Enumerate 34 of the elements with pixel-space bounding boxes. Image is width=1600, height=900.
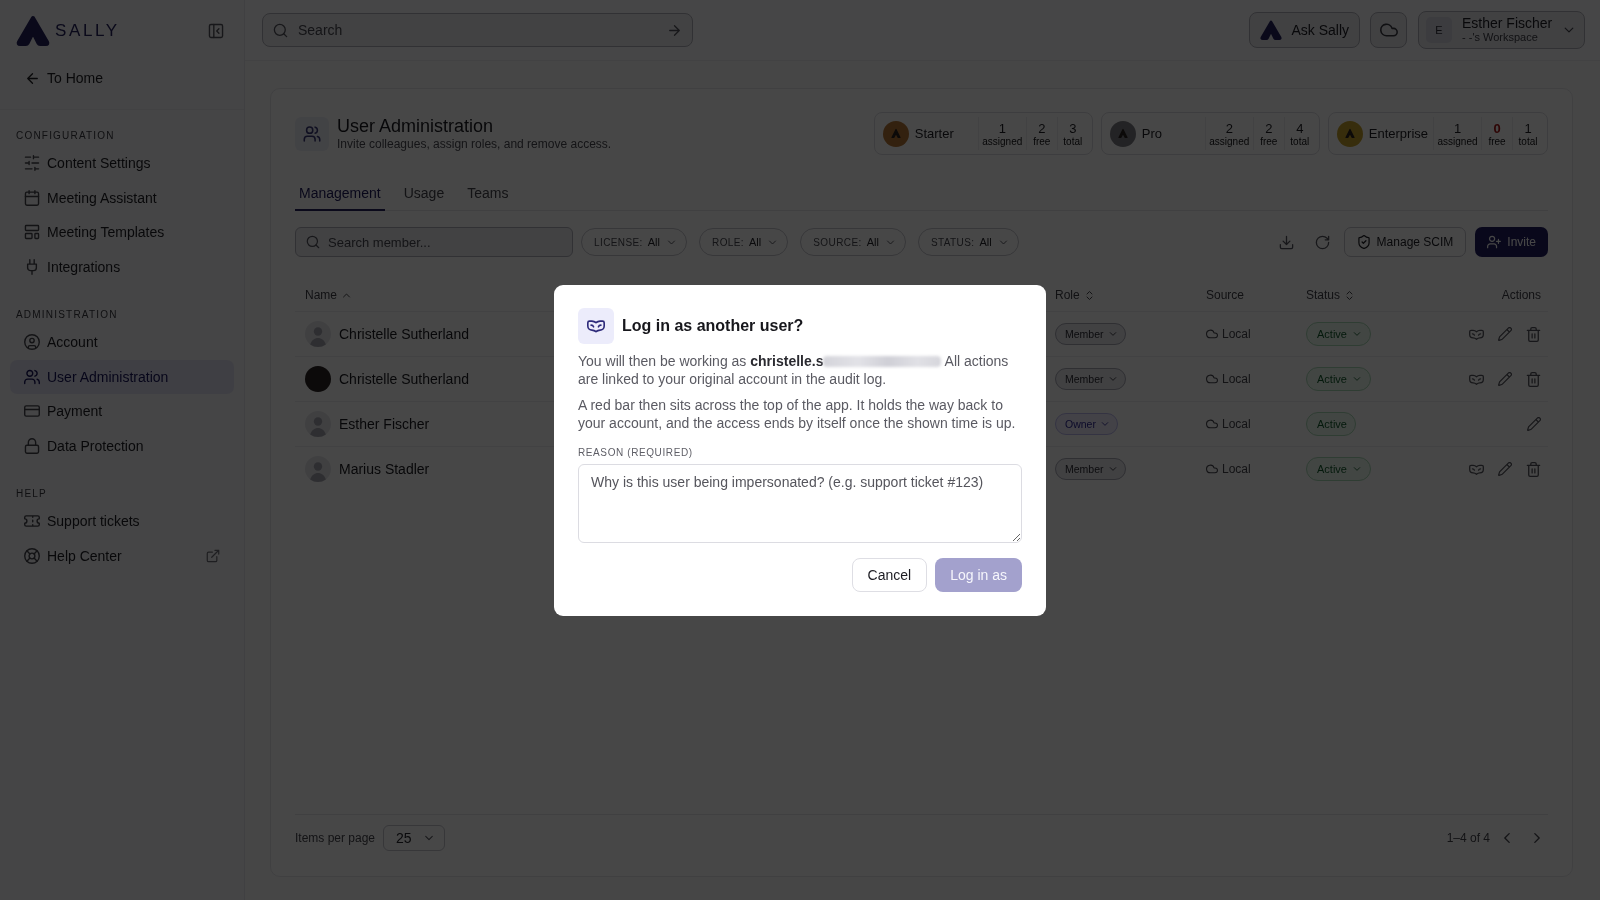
license-count: 1 [1524,120,1532,136]
license-count: 1 [1453,120,1462,136]
license-count-label: assigned [1437,135,1478,147]
page-title: User Administration [337,115,495,137]
license-count-label: total [1290,135,1310,147]
license-count-label: free [1260,135,1278,147]
reason-field[interactable]: Why is this user being impersonated? (e.g. support ticket #123) [578,463,1022,543]
dialog-note: A red bar then sits across the top of the app. It holds the way back to your account, and the access ends by itself once the shown time is up. [578,395,1017,433]
license-name: Pro [1141,126,1163,141]
member-name: Marius Stadler [339,461,430,477]
license-count: 2 [1265,120,1273,136]
license-count: 2 [1038,120,1046,136]
logo-text: SALLY [55,20,120,41]
license-count-label: free [1488,135,1506,147]
license-count-label: total [1518,135,1538,147]
license-count-label: free [1033,135,1051,147]
dialog-description: You will then be working as christelle.s All actions are linked to your original account in the audit log. [578,351,1010,389]
member-name: Christelle Sutherland [339,371,469,387]
license-count-label: total [1063,135,1083,147]
mask-icon [578,307,614,344]
license-count: 4 [1296,120,1304,136]
license-name: Starter [914,126,955,141]
license-count: 0 [1493,120,1501,136]
license-count-label: assigned [982,135,1023,147]
cancel-button[interactable]: Cancel [851,557,928,592]
dialog-title: Log in as another user? [622,316,804,335]
reason-label: REASON (REQUIRED) [578,446,693,459]
license-name: Enterprise [1368,126,1428,141]
license-count: 2 [1225,120,1233,136]
license-count-label: assigned [1209,135,1250,147]
license-count: 3 [1069,120,1077,136]
member-name: Christelle Sutherland [339,326,469,342]
member-name: Esther Fischer [339,416,430,432]
license-count: 1 [998,120,1006,136]
